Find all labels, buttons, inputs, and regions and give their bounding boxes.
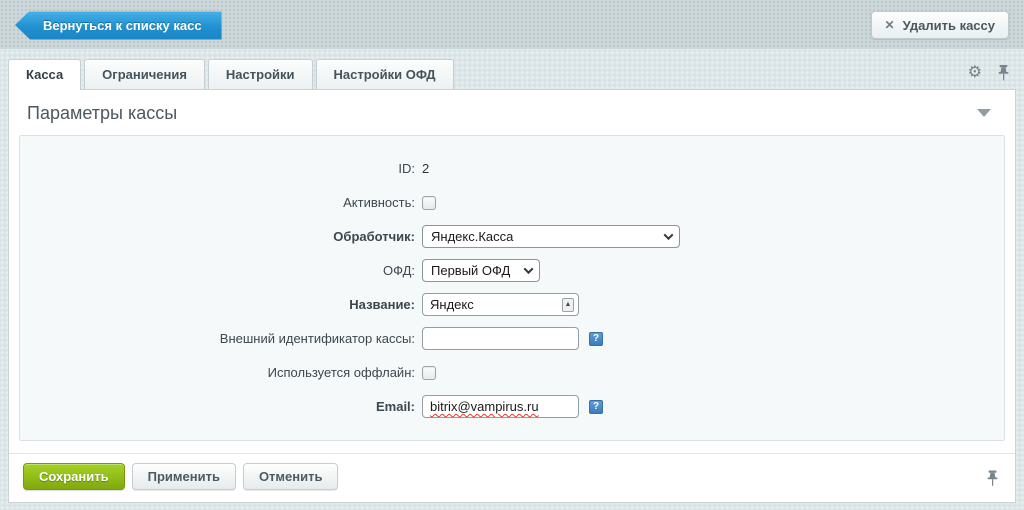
help-icon[interactable]: ? bbox=[589, 400, 603, 414]
cancel-button[interactable]: Отменить bbox=[243, 463, 339, 490]
tab-strip-icons: ⚙ bbox=[968, 64, 1010, 89]
id-label: ID: bbox=[20, 161, 415, 176]
form-row-id: ID: 2 bbox=[20, 157, 1004, 180]
tab-ogranicheniya[interactable]: Ограничения bbox=[84, 59, 205, 89]
form-row-name: Название: ▲ bbox=[20, 293, 1004, 316]
pin-icon[interactable] bbox=[986, 470, 999, 487]
collapse-section-icon[interactable] bbox=[977, 109, 991, 117]
email-field[interactable]: bitrix@vampirus.ru bbox=[422, 395, 579, 418]
apply-button[interactable]: Применить bbox=[132, 463, 236, 490]
tab-nastroyki[interactable]: Настройки bbox=[208, 59, 313, 89]
section-header: Параметры кассы bbox=[9, 90, 1015, 135]
form-row-offline: Используется оффлайн: bbox=[20, 361, 1004, 384]
page-title: Параметры кассы bbox=[27, 103, 177, 123]
delete-kassa-button[interactable]: ✕ Удалить кассу bbox=[871, 11, 1009, 39]
form-row-ofd: ОФД: Первый ОФД bbox=[20, 259, 1004, 282]
form-row-external-id: Внешний идентификатор кассы: ? bbox=[20, 327, 1004, 350]
tab-strip: Касса Ограничения Настройки Настройки ОФ… bbox=[0, 50, 1024, 89]
form-row-handler: Обработчик: Яндекс.Касса bbox=[20, 225, 1004, 248]
translit-icon[interactable]: ▲ bbox=[562, 298, 574, 312]
footer-button-bar: Сохранить Применить Отменить bbox=[9, 453, 1015, 502]
name-input[interactable] bbox=[422, 293, 579, 316]
handler-label: Обработчик: bbox=[20, 229, 415, 244]
page: Вернуться к списку касс ✕ Удалить кассу … bbox=[0, 0, 1024, 503]
save-button[interactable]: Сохранить bbox=[23, 463, 125, 490]
email-value: bitrix@vampirus.ru bbox=[430, 399, 539, 414]
chevron-down-icon bbox=[664, 230, 674, 240]
delete-kassa-label: Удалить кассу bbox=[903, 18, 995, 33]
close-icon: ✕ bbox=[885, 18, 895, 32]
email-label: Email: bbox=[20, 399, 415, 414]
handler-select-value: Яндекс.Касса bbox=[431, 229, 513, 244]
offline-label: Используется оффлайн: bbox=[20, 365, 415, 380]
active-label: Активность: bbox=[20, 195, 415, 210]
ofd-label: ОФД: bbox=[20, 263, 415, 278]
back-to-list-button[interactable]: Вернуться к списку касс bbox=[15, 11, 222, 40]
ofd-select-value: Первый ОФД bbox=[431, 263, 510, 278]
active-checkbox[interactable] bbox=[422, 196, 436, 210]
kassa-form: ID: 2 Активность: Обработчик: Яндекс.Кас… bbox=[19, 135, 1005, 441]
id-value: 2 bbox=[422, 161, 429, 176]
external-id-label: Внешний идентификатор кассы: bbox=[20, 331, 415, 346]
help-icon[interactable]: ? bbox=[589, 332, 603, 346]
top-toolbar: Вернуться к списку касс ✕ Удалить кассу bbox=[0, 0, 1024, 50]
form-row-email: Email: bitrix@vampirus.ru ? bbox=[20, 395, 1004, 418]
external-id-input[interactable] bbox=[422, 327, 579, 350]
content-panel: Параметры кассы ID: 2 Активность: Обрабо… bbox=[8, 89, 1016, 503]
pin-icon[interactable] bbox=[997, 64, 1010, 81]
ofd-select[interactable]: Первый ОФД bbox=[422, 259, 540, 282]
gear-icon[interactable]: ⚙ bbox=[968, 65, 982, 81]
name-label: Название: bbox=[20, 297, 415, 312]
offline-checkbox[interactable] bbox=[422, 366, 436, 380]
chevron-down-icon bbox=[524, 264, 534, 274]
handler-select[interactable]: Яндекс.Касса bbox=[422, 225, 680, 248]
tab-kassa[interactable]: Касса bbox=[8, 59, 81, 90]
tab-nastroyki-ofd[interactable]: Настройки ОФД bbox=[316, 59, 454, 89]
form-row-active: Активность: bbox=[20, 191, 1004, 214]
